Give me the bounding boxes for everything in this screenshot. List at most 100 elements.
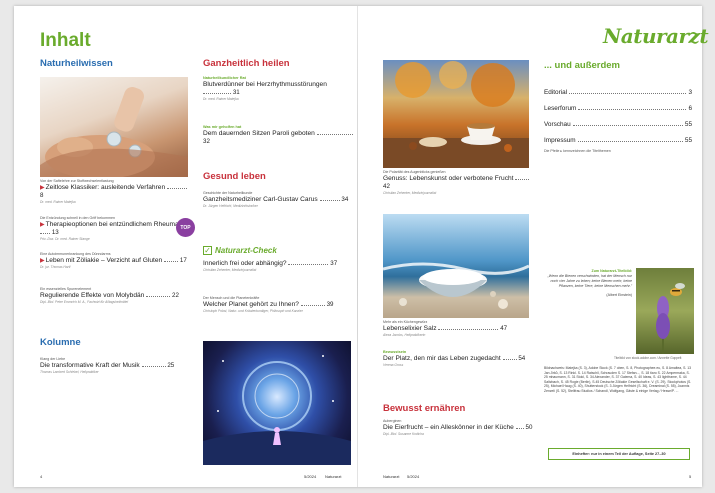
toc-entry[interactable]: Eine Autoimmunerkrankung des Dünndarms ▶… xyxy=(40,252,190,270)
entry-headline: Regulierende Effekte von Molybdän 22 xyxy=(40,292,190,300)
misc-note: Die Pfeile ▸ kennzeichnen die Titeltheme… xyxy=(544,149,611,153)
check-heading: ✓ Naturarzt-Check xyxy=(203,246,277,255)
toc-entry[interactable]: Bewusstsein Der Platz, den mir das Leben… xyxy=(383,350,533,368)
massage-photo xyxy=(40,77,188,177)
footer-right-brand: Naturarzt xyxy=(383,474,400,479)
cover-arrow-icon: ▶ xyxy=(40,222,45,228)
entry-headline: Die transformative Kraft der Musik 25 xyxy=(40,362,190,370)
cupping-illustration xyxy=(40,87,188,177)
leader-dots xyxy=(577,141,683,142)
toc-entry[interactable]: Von der Saftelehre zur Stoffwechselentla… xyxy=(40,179,190,205)
entry-headline: Blutverdünner bei Herzrhythmusstörungen … xyxy=(203,81,353,97)
entry-page: 42 xyxy=(383,183,390,190)
planet-photo xyxy=(203,341,351,465)
teacup-illustration xyxy=(383,61,529,168)
footer-right-issue: 5/2024 xyxy=(407,474,420,479)
entry-headline: Innerlich frei oder abhängig? 37 xyxy=(203,260,353,268)
misc-item[interactable]: Leserforum 6 xyxy=(544,96,692,112)
toc-entry[interactable]: Die Polarität des Augenblicks genießen G… xyxy=(383,170,533,196)
toc-entry[interactable]: Ein essenzielles Spurenelement Reguliere… xyxy=(40,287,190,305)
entry-headline-text: Genuss: Lebenskunst oder verbotene Fruch… xyxy=(383,175,514,182)
entry-page: 39 xyxy=(326,301,334,308)
toc-entry[interactable]: Was mir geholfen hat Dem dauernden Sitze… xyxy=(203,125,353,146)
misc-item[interactable]: Impressum 55 xyxy=(544,128,692,144)
entry-headline-text: Zeitlose Klassiker: ausleitende Verfahre… xyxy=(45,184,166,191)
leader-dots xyxy=(166,188,187,189)
lavender-bee-photo xyxy=(636,268,694,354)
magazine-spread: Inhalt Naturarzt Naturheilwissen Von der… xyxy=(14,6,709,487)
entry-author: Christian Zehenter, Medizinjournalist xyxy=(383,191,437,195)
cover-arrow-icon: ▶ xyxy=(40,185,45,191)
entry-author: Thomas Lambert Schiebel, Heilpraktiker xyxy=(40,370,99,374)
section-bewusst: Bewusst ernähren xyxy=(383,403,466,414)
salt-bowl-illustration xyxy=(383,262,529,309)
misc-label: Leserforum xyxy=(544,105,577,112)
entry-author: Dipl.-Biol. Susanne Kodicha xyxy=(383,432,424,436)
entry-page: 22 xyxy=(172,292,179,299)
leader-dots xyxy=(141,366,166,367)
entry-headline: Welcher Planet gehört zu Ihnen? 39 xyxy=(203,301,358,309)
toc-entry[interactable]: Klang der Liebe Die transformative Kraft… xyxy=(40,357,190,375)
toc-entry[interactable]: Geschichte der Naturheilkunde Ganzheitsm… xyxy=(203,191,353,209)
entry-author: Dr. med. Rainer Matejka xyxy=(40,200,76,204)
entry-headline: ▶Zeitlose Klassiker: ausleitende Verfahr… xyxy=(40,184,190,200)
footer-right-page: 5 xyxy=(689,474,692,479)
section-ausserdem: ... und außerdem xyxy=(544,60,621,71)
footer-left-brand: Naturarzt xyxy=(325,474,342,479)
entry-author: Dipl.-Biol. Peter Emmrich M. A., Fachwir… xyxy=(40,300,129,304)
leader-dots xyxy=(515,179,530,180)
entry-headline-text: Ganzheitsmediziner Carl-Gustav Carus xyxy=(203,196,318,203)
section-gesund: Gesund leben xyxy=(203,171,266,182)
entry-page: 34 xyxy=(341,196,349,203)
footer-left-issue: 5/2024 xyxy=(304,474,317,479)
toc-entry[interactable]: Mehr als ein Küchengewürz Lebenselixier … xyxy=(383,320,533,338)
entry-page: 50 xyxy=(525,424,533,431)
entry-author: Dr. med. Rainer Matejka xyxy=(203,97,239,101)
page-title: Inhalt xyxy=(40,30,91,51)
entry-page: 32 xyxy=(203,138,210,145)
entry-headline: Der Platz, den mir das Leben zugedacht 5… xyxy=(383,355,533,363)
entry-headline-text: Der Platz, den mir das Leben zugedacht xyxy=(383,355,501,362)
entry-page: 8 xyxy=(40,192,44,199)
misc-page: 55 xyxy=(684,137,692,144)
section-naturheilwissen: Naturheilwissen xyxy=(40,58,113,69)
entry-headline: Lebenselixier Salz 47 xyxy=(383,325,533,333)
entry-author: Verena Gross xyxy=(383,363,404,367)
entry-page: 17 xyxy=(179,257,187,264)
entry-author: Alexa Jacobs, Heilpraktikerin xyxy=(383,333,426,337)
entry-page: 47 xyxy=(500,325,508,332)
cover-quote: Zum Naturarzt-Titelbild: „Wenn die Biene… xyxy=(544,269,632,298)
toc-entry[interactable]: Die Entzündung schnell in den Griff beko… xyxy=(40,216,190,242)
leader-dots xyxy=(438,329,499,330)
entry-headline-text: Blutverdünner bei Herzrhythmusstörungen xyxy=(203,81,327,88)
entry-author: Christian Zehenter, Medizinjournalist xyxy=(203,268,257,272)
section-ganzheitlich: Ganzheitlich heilen xyxy=(203,58,290,69)
entry-headline-text: Regulierende Effekte von Molybdän xyxy=(40,292,145,299)
entry-page: 37 xyxy=(330,260,338,267)
leader-dots xyxy=(203,93,231,94)
misc-label: Impressum xyxy=(544,137,576,144)
leader-dots xyxy=(300,305,325,306)
entry-headline: Ganzheitsmediziner Carl-Gustav Carus 34 xyxy=(203,196,353,204)
insert-note-box: Einhefter: nur in einem Teil der Auflage… xyxy=(548,448,690,460)
toc-entry[interactable]: Auberginen Die Eierfrucht – ein Alleskön… xyxy=(383,419,533,437)
entry-page: 25 xyxy=(167,362,175,369)
leader-dots xyxy=(319,200,340,201)
page-gutter xyxy=(357,6,358,487)
cosmic-illustration xyxy=(203,355,351,465)
entry-author: Christoph Pobst, Natur- und Kräuterkundi… xyxy=(203,309,303,313)
entry-headline: ▶Therapieoptionen bei entzündlichem Rheu… xyxy=(40,221,190,237)
section-kolumne: Kolumne xyxy=(40,337,81,348)
entry-headline: Genuss: Lebenskunst oder verbotene Fruch… xyxy=(383,175,533,191)
toc-entry[interactable]: Der Mensch und die Planetenkräfte Welche… xyxy=(203,296,358,314)
entry-headline-text: Lebenselixier Salz xyxy=(383,325,437,332)
entry-headline-text: Die transformative Kraft der Musik xyxy=(40,362,140,369)
photo-credit: Titelbild von stock.adobe.com / Annette … xyxy=(614,356,682,360)
misc-item[interactable]: Editorial 3 xyxy=(544,80,692,96)
toc-entry[interactable]: Naturheilkundlicher Rat Blutverdünner be… xyxy=(203,76,353,102)
toc-entry[interactable]: Innerlich frei oder abhängig? 37 Christi… xyxy=(203,260,353,273)
entry-page: 31 xyxy=(232,89,240,96)
entry-page: 13 xyxy=(51,229,59,236)
misc-item[interactable]: Vorschau 55 xyxy=(544,112,692,128)
entry-page: 54 xyxy=(518,355,526,362)
